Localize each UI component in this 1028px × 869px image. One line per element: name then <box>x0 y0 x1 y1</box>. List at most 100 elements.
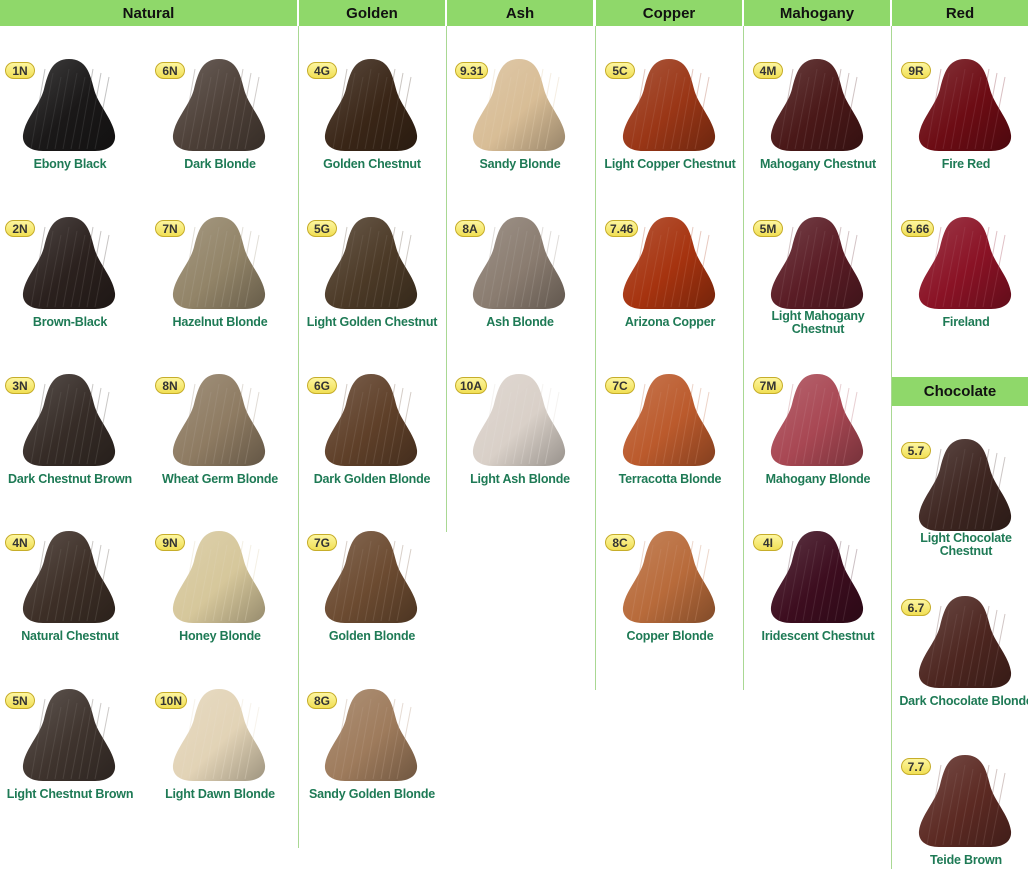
shade-code-badge: 7G <box>307 534 337 551</box>
shade-code-badge: 10A <box>455 377 488 394</box>
hair-swatch-icon <box>172 374 266 466</box>
swatch-item: 1N Ebony Black <box>0 30 150 171</box>
header-golden: Golden <box>299 0 445 26</box>
shade-code-badge: 5.7 <box>901 442 931 459</box>
swatch-item: 4M Mahogany Chestnut <box>748 30 898 171</box>
shade-code-badge: 10N <box>155 692 188 709</box>
hair-swatch-icon <box>22 59 116 151</box>
shade-code-badge: 9N <box>155 534 185 551</box>
header-mahogany: Mahogany <box>744 0 890 26</box>
swatch-item: 9R Fire Red <box>896 30 1028 171</box>
shade-code-badge: 7N <box>155 220 185 237</box>
swatch-item: 5N Light Chestnut Brown <box>0 660 150 801</box>
hair-swatch-icon <box>172 59 266 151</box>
swatch-item: 4I Iridescent Chestnut <box>748 502 898 643</box>
swatch-item: 7C Terracotta Blonde <box>600 345 750 486</box>
hair-swatch-icon <box>918 439 1012 531</box>
shade-name-label: Dark Blonde <box>184 157 256 171</box>
swatch-item: 6N Dark Blonde <box>150 30 300 171</box>
swatch-item: 7N Hazelnut Blonde <box>150 188 300 329</box>
shade-code-badge: 4G <box>307 62 337 79</box>
hair-swatch-icon <box>324 689 418 781</box>
hair-swatch-icon <box>622 59 716 151</box>
shade-code-badge: 6.7 <box>901 599 931 616</box>
swatch-item: 7.46 Arizona Copper <box>600 188 750 329</box>
shade-name-label: Dark Chocolate Blonde <box>899 694 1028 708</box>
hair-swatch-icon <box>22 217 116 309</box>
shade-name-label: Fireland <box>942 315 990 329</box>
swatch-item: 8A Ash Blonde <box>450 188 600 329</box>
hair-swatch-icon <box>770 217 864 309</box>
shade-code-badge: 5C <box>605 62 635 79</box>
shade-name-label: Light Ash Blonde <box>470 472 570 486</box>
swatch-item: 8C Copper Blonde <box>600 502 750 643</box>
shade-name-label: Natural Chestnut <box>21 629 119 643</box>
header-copper: Copper <box>596 0 742 26</box>
shade-code-badge: 3N <box>5 377 35 394</box>
hair-swatch-icon <box>324 59 418 151</box>
hair-swatch-icon <box>770 531 864 623</box>
swatch-item: 10N Light Dawn Blonde <box>150 660 300 801</box>
shade-name-label: Terracotta Blonde <box>618 472 722 486</box>
shade-code-badge: 4M <box>753 62 783 79</box>
shade-name-label: Light Dawn Blonde <box>165 787 275 801</box>
shade-code-badge: 1N <box>5 62 35 79</box>
hair-swatch-icon <box>770 59 864 151</box>
shade-code-badge: 7C <box>605 377 635 394</box>
swatch-item: 5C Light Copper Chestnut <box>600 30 750 171</box>
header-natural: Natural <box>0 0 297 26</box>
hair-swatch-icon <box>22 689 116 781</box>
swatch-item: 3N Dark Chestnut Brown <box>0 345 150 486</box>
shade-name-label: Arizona Copper <box>624 315 716 329</box>
hair-swatch-icon <box>22 531 116 623</box>
hair-swatch-icon <box>622 374 716 466</box>
swatch-item: 5.7 Light Chocolate Chestnut <box>896 410 1028 558</box>
swatch-item: 5G Light Golden Chestnut <box>302 188 452 329</box>
swatch-item: 5M Light Mahogany Chestnut <box>748 188 898 336</box>
shade-code-badge: 4I <box>753 534 783 551</box>
hair-swatch-icon <box>172 217 266 309</box>
shade-name-label: Dark Golden Blonde <box>313 472 431 486</box>
shade-name-label: Light Golden Chestnut <box>306 315 438 329</box>
hair-swatch-icon <box>324 374 418 466</box>
shade-name-label: Ash Blonde <box>486 315 554 329</box>
hair-swatch-icon <box>918 59 1012 151</box>
swatch-item: 6.66 Fireland <box>896 188 1028 329</box>
shade-code-badge: 7.46 <box>605 220 639 237</box>
swatch-item: 4G Golden Chestnut <box>302 30 452 171</box>
shade-name-label: Hazelnut Blonde <box>172 315 268 329</box>
header-chocolate: Chocolate <box>892 377 1028 406</box>
shade-code-badge: 7M <box>753 377 783 394</box>
shade-code-badge: 6N <box>155 62 185 79</box>
shade-code-badge: 8A <box>455 220 485 237</box>
swatch-item: 6G Dark Golden Blonde <box>302 345 452 486</box>
shade-code-badge: 6G <box>307 377 337 394</box>
hair-swatch-icon <box>324 531 418 623</box>
shade-code-badge: 4N <box>5 534 35 551</box>
shade-name-label: Honey Blonde <box>179 629 261 643</box>
shade-code-badge: 5G <box>307 220 337 237</box>
hair-swatch-icon <box>918 755 1012 847</box>
shade-code-badge: 8C <box>605 534 635 551</box>
header-red: Red <box>892 0 1028 26</box>
hair-swatch-icon <box>622 531 716 623</box>
shade-name-label: Iridescent Chestnut <box>761 629 875 643</box>
shade-code-badge: 8N <box>155 377 185 394</box>
swatch-item: 6.7 Dark Chocolate Blonde <box>896 567 1028 708</box>
shade-name-label: Mahogany Blonde <box>765 472 871 486</box>
shade-code-badge: 5M <box>753 220 783 237</box>
hair-swatch-icon <box>172 531 266 623</box>
shade-code-badge: 2N <box>5 220 35 237</box>
shade-name-label: Ebony Black <box>33 157 107 171</box>
swatch-item: 7G Golden Blonde <box>302 502 452 643</box>
swatch-item: 7M Mahogany Blonde <box>748 345 898 486</box>
swatch-item: 2N Brown-Black <box>0 188 150 329</box>
shade-name-label: Copper Blonde <box>626 629 714 643</box>
swatch-item: 9N Honey Blonde <box>150 502 300 643</box>
hair-swatch-icon <box>918 596 1012 688</box>
shade-name-label: Brown-Black <box>32 315 108 329</box>
hair-swatch-icon <box>770 374 864 466</box>
header-ash: Ash <box>447 0 593 26</box>
shade-code-badge: 9R <box>901 62 931 79</box>
shade-name-label: Sandy Blonde <box>479 157 561 171</box>
